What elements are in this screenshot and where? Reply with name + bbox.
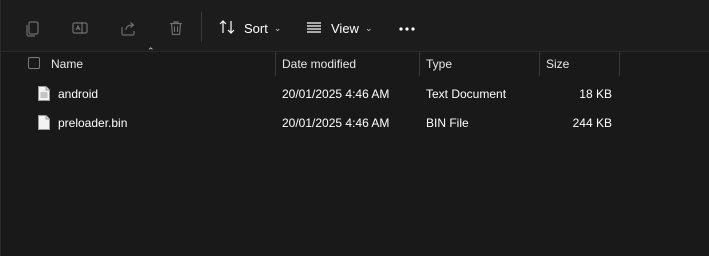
chevron-down-icon: ⌄ [273, 22, 282, 33]
share-icon [119, 19, 137, 37]
view-icon [305, 18, 323, 39]
file-size: 244 KB [572, 116, 612, 130]
file-type: BIN File [426, 116, 469, 130]
column-header-type[interactable]: Type [426, 52, 452, 76]
column-divider[interactable] [275, 52, 276, 76]
column-header-date-modified[interactable]: Date modified [282, 52, 356, 76]
text-document-icon [38, 86, 50, 101]
sort-label: Sort [244, 20, 268, 36]
column-divider[interactable] [619, 52, 620, 76]
file-size: 18 KB [579, 87, 612, 101]
select-all-checkbox[interactable] [28, 57, 40, 69]
file-type: Text Document [426, 87, 507, 101]
toolbar-separator [201, 12, 202, 42]
delete-button[interactable] [160, 12, 192, 44]
rename-button[interactable] [64, 12, 96, 44]
share-button[interactable] [112, 12, 144, 44]
copy-icon [24, 19, 42, 37]
sort-button[interactable]: Sort ⌄ [218, 14, 281, 42]
column-divider[interactable] [419, 52, 420, 76]
file-name: android [58, 87, 99, 101]
more-options-button[interactable] [393, 14, 421, 42]
file-row[interactable]: android 20/01/2025 4:46 AM Text Document… [1, 80, 709, 108]
column-header-row: Name Date modified Type Size [1, 52, 709, 76]
column-divider[interactable] [539, 52, 540, 76]
file-name: preloader.bin [58, 116, 128, 130]
view-label: View [331, 20, 359, 36]
copy-button[interactable] [17, 12, 49, 44]
column-header-size[interactable]: Size [546, 52, 569, 76]
file-date-modified: 20/01/2025 4:46 AM [282, 87, 390, 101]
column-header-name[interactable]: Name [51, 52, 83, 76]
sort-icon [218, 18, 236, 39]
rename-icon [71, 19, 89, 37]
file-row[interactable]: preloader.bin 20/01/2025 4:46 AM BIN Fil… [1, 109, 709, 137]
chevron-down-icon: ⌄ [364, 22, 373, 33]
command-bar: Sort ⌄ View ⌄ [1, 0, 709, 52]
delete-icon [167, 19, 185, 37]
file-date-modified: 20/01/2025 4:46 AM [282, 116, 390, 130]
file-icon [38, 115, 50, 130]
file-explorer-window: Sort ⌄ View ⌄ ⌃ Name Date modified Type … [0, 0, 709, 256]
more-icon [398, 19, 416, 37]
view-button[interactable]: View ⌄ [305, 14, 373, 42]
